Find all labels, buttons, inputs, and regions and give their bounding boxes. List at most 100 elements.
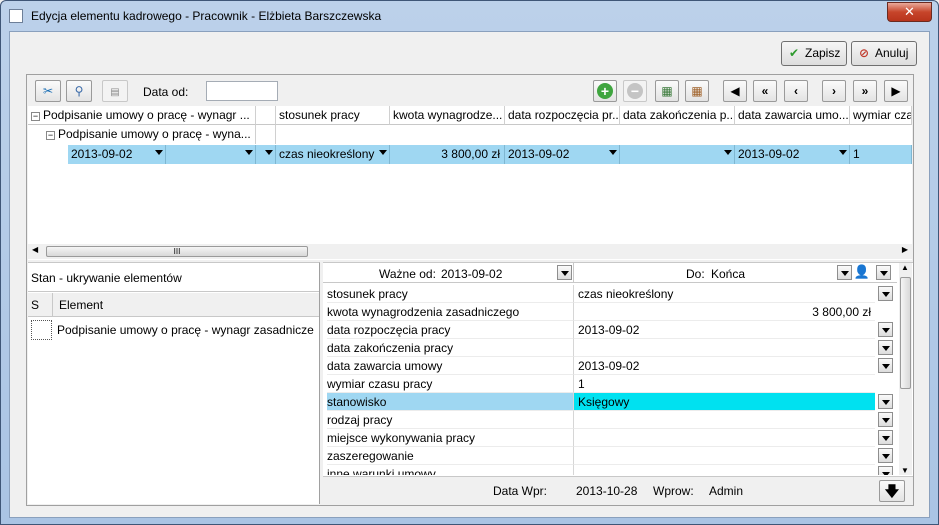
- fast-back-button[interactable]: «: [753, 80, 777, 102]
- prop-row-miejsce[interactable]: miejsce wykonywania pracy: [323, 429, 893, 447]
- chevron-down-icon: [265, 150, 273, 155]
- prop-row-kwota[interactable]: kwota wynagrodzenia zasadniczego 3 800,00…: [323, 303, 893, 321]
- tools-button[interactable]: ✂: [35, 80, 61, 102]
- prop-dropdown[interactable]: [878, 448, 893, 463]
- add-button[interactable]: +: [593, 80, 617, 102]
- prop-dropdown[interactable]: [878, 394, 893, 409]
- col-header-zawarcie[interactable]: data zawarcia umo...: [735, 106, 850, 125]
- user-dropdown[interactable]: [876, 265, 891, 280]
- list-item-label: Podpisanie umowy o pracę - wynagr zasadn…: [57, 323, 314, 337]
- col-header-s[interactable]: S: [31, 298, 39, 312]
- row-stosunek-cell[interactable]: czas nieokreślony: [276, 145, 390, 164]
- prop-key: zaszeregowanie: [327, 447, 573, 465]
- prop-dropdown[interactable]: [878, 358, 893, 373]
- scroll-thumb-vertical[interactable]: [900, 277, 911, 389]
- scroll-thumb[interactable]: III: [46, 246, 308, 257]
- import-button[interactable]: ▦: [685, 80, 709, 102]
- vertical-scrollbar[interactable]: ▲ ▼: [899, 263, 912, 475]
- prop-key: data zakończenia pracy: [327, 339, 573, 357]
- col-header-wymiar[interactable]: wymiar czas: [850, 106, 912, 125]
- tree-node-root[interactable]: − Podpisanie umowy o pracę - wynagr ...: [28, 106, 256, 125]
- close-button[interactable]: ✕: [887, 2, 932, 22]
- prop-row-zaszeregowanie[interactable]: zaszeregowanie: [323, 447, 893, 465]
- prop-key: kwota wynagrodzenia zasadniczego: [327, 303, 573, 321]
- valid-from-dropdown[interactable]: [557, 265, 572, 280]
- prop-value[interactable]: 1: [573, 375, 875, 393]
- col-header-kwota[interactable]: kwota wynagrodze...: [390, 106, 505, 125]
- prop-row-zakonczenie[interactable]: data zakończenia pracy: [323, 339, 893, 357]
- remove-button[interactable]: −: [623, 80, 647, 102]
- row-expand-cell[interactable]: [256, 145, 276, 164]
- row-rozpoczecie-cell[interactable]: 2013-09-02: [505, 145, 620, 164]
- prop-value[interactable]: Księgowy: [573, 393, 875, 411]
- scroll-left-icon[interactable]: ◀: [32, 245, 38, 254]
- prop-value[interactable]: [573, 339, 875, 357]
- prop-dropdown[interactable]: [878, 466, 893, 475]
- triangle-right-icon: ▶: [891, 84, 901, 98]
- next-button[interactable]: ›: [822, 80, 846, 102]
- row-kwota-cell[interactable]: 3 800,00 zł: [390, 145, 505, 164]
- cancel-button[interactable]: ⊘ Anuluj: [851, 41, 917, 66]
- prop-value[interactable]: 2013-09-02: [573, 357, 875, 375]
- tree-indent: [28, 145, 68, 164]
- table-row[interactable]: 2013-09-02 czas nieokreślony 3 800,00 zł…: [28, 145, 912, 164]
- calendar-button[interactable]: ▤: [102, 80, 128, 102]
- scroll-down-icon[interactable]: ▼: [901, 466, 909, 475]
- row-type-cell[interactable]: [166, 145, 256, 164]
- app-icon: [9, 9, 23, 23]
- prop-dropdown[interactable]: [878, 322, 893, 337]
- prop-row-wymiar[interactable]: wymiar czasu pracy 1: [323, 375, 893, 393]
- prop-key: wymiar czasu pracy: [327, 375, 573, 393]
- prev-button[interactable]: ‹: [784, 80, 808, 102]
- prop-dropdown[interactable]: [878, 430, 893, 445]
- row-date-cell[interactable]: 2013-09-02: [68, 145, 166, 164]
- last-button[interactable]: ▶: [884, 80, 908, 102]
- export-button[interactable]: ▦: [655, 80, 679, 102]
- chevron-right-icon: ›: [832, 84, 836, 98]
- valid-from-value[interactable]: 2013-09-02: [441, 267, 502, 281]
- double-chevron-left-icon: «: [761, 84, 769, 98]
- first-button[interactable]: ◀: [723, 80, 747, 102]
- prop-row-rozpoczecie[interactable]: data rozpoczęcia pracy 2013-09-02: [323, 321, 893, 339]
- data-wpr-value: 2013-10-28: [576, 484, 638, 498]
- hide-checkbox[interactable]: [31, 320, 52, 340]
- data-wpr-label: Data Wpr:: [493, 484, 548, 498]
- to-dropdown[interactable]: [837, 265, 852, 280]
- col-header-element[interactable]: Element: [59, 298, 103, 312]
- prop-key: data zawarcia umowy: [327, 357, 573, 375]
- prop-value[interactable]: 2013-09-02: [573, 321, 875, 339]
- fast-forward-button[interactable]: »: [853, 80, 877, 102]
- col-header-stosunek[interactable]: stosunek pracy: [276, 106, 390, 125]
- prop-value[interactable]: [573, 411, 875, 429]
- to-value[interactable]: Końca: [711, 267, 745, 281]
- prop-value[interactable]: [573, 429, 875, 447]
- save-button[interactable]: ✔ Zapisz: [781, 41, 847, 66]
- download-button[interactable]: 🡇: [879, 480, 905, 502]
- prop-value[interactable]: [573, 447, 875, 465]
- row-zakonczenie-cell[interactable]: [620, 145, 735, 164]
- prop-row-inne[interactable]: inne warunki umowy: [323, 465, 893, 475]
- chevron-down-icon: [724, 150, 732, 155]
- row-zawarcie-cell[interactable]: 2013-09-02: [735, 145, 850, 164]
- horizontal-scrollbar[interactable]: ◀ III ▶: [28, 244, 912, 259]
- scroll-right-icon[interactable]: ▶: [902, 245, 908, 254]
- list-item[interactable]: Podpisanie umowy o pracę - wynagr zasadn…: [28, 318, 319, 342]
- prop-row-stosunek[interactable]: stosunek pracy czas nieokreślony: [323, 285, 893, 303]
- search-button[interactable]: ⚲: [66, 80, 92, 102]
- prop-value[interactable]: [573, 465, 875, 475]
- prop-row-stanowisko[interactable]: stanowisko Księgowy: [323, 393, 893, 411]
- prop-dropdown[interactable]: [878, 286, 893, 301]
- prop-value[interactable]: 3 800,00 zł: [573, 303, 875, 321]
- col-header-rozpoczecie[interactable]: data rozpoczęcia pr...: [505, 106, 620, 125]
- scroll-up-icon[interactable]: ▲: [901, 263, 909, 272]
- col-header-zakonczenie[interactable]: data zakończenia p...: [620, 106, 735, 125]
- prop-dropdown[interactable]: [878, 412, 893, 427]
- row-wymiar-cell[interactable]: 1: [850, 145, 912, 164]
- prop-row-rodzaj[interactable]: rodzaj pracy: [323, 411, 893, 429]
- tree-node-child[interactable]: − Podpisanie umowy o pracę - wyna...: [28, 125, 256, 144]
- date-from-input[interactable]: [206, 81, 278, 101]
- prop-row-zawarcie[interactable]: data zawarcia umowy 2013-09-02: [323, 357, 893, 375]
- prop-value[interactable]: czas nieokreślony: [573, 285, 875, 303]
- user-icon[interactable]: 👤: [853, 264, 871, 282]
- prop-dropdown[interactable]: [878, 340, 893, 355]
